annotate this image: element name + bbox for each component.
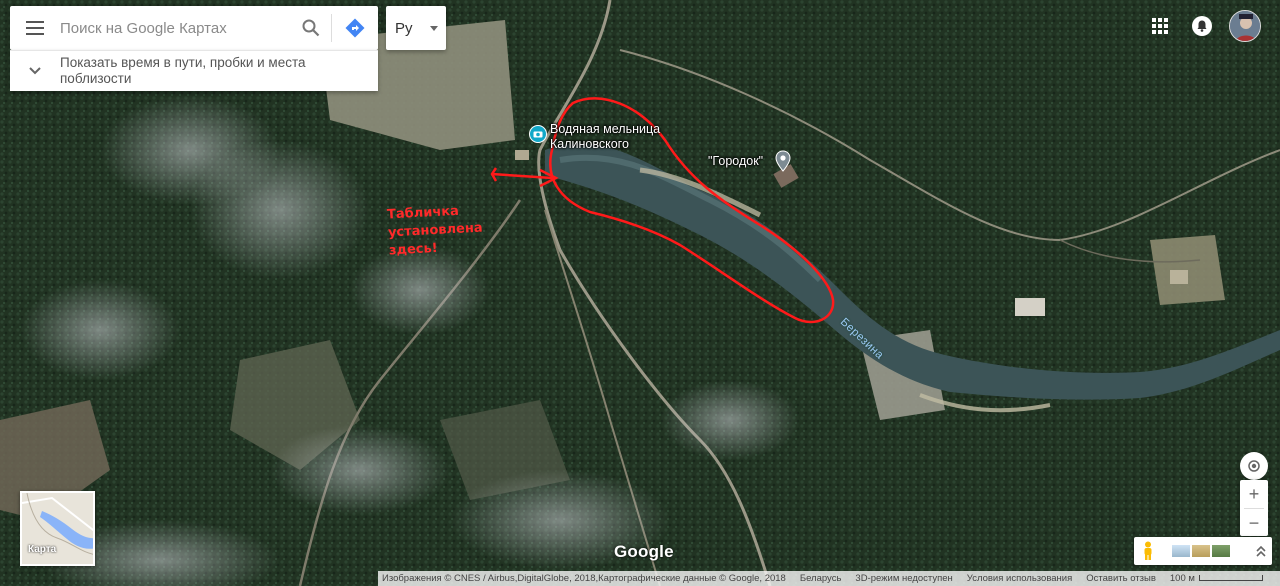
map-type-toggle[interactable]: Карта bbox=[20, 491, 95, 566]
imagery-thumbnail-3[interactable] bbox=[1212, 545, 1230, 557]
map-pin-icon[interactable] bbox=[775, 150, 791, 177]
imagery-thumbnail-1[interactable] bbox=[1172, 545, 1190, 557]
chevron-down-icon bbox=[10, 67, 60, 75]
search-button[interactable] bbox=[291, 6, 331, 50]
search-input[interactable] bbox=[60, 6, 291, 50]
zoom-in-button[interactable]: + bbox=[1240, 480, 1268, 508]
scale-label[interactable]: 100 м bbox=[1170, 573, 1277, 584]
search-icon bbox=[302, 19, 320, 37]
menu-button[interactable] bbox=[10, 6, 60, 50]
location-target-icon bbox=[1248, 460, 1260, 472]
zoom-out-button[interactable]: − bbox=[1240, 509, 1268, 537]
pegman-icon bbox=[1144, 541, 1152, 560]
travel-info-text: Показать время в пути, пробки и места по… bbox=[60, 55, 306, 86]
language-selector[interactable]: Ру bbox=[386, 6, 446, 50]
place-label-mill[interactable]: Водяная мельница Калиновского bbox=[550, 122, 680, 152]
scale-text: 100 м bbox=[1169, 573, 1195, 584]
3d-mode-status: 3D-режим недоступен bbox=[855, 573, 953, 584]
apps-grid-icon bbox=[1152, 18, 1168, 34]
bell-icon bbox=[1192, 16, 1212, 36]
search-box bbox=[10, 6, 378, 50]
chevron-down-icon bbox=[430, 25, 438, 31]
annotation-text: Табличка установлена здесь! bbox=[387, 202, 484, 261]
language-label: Ру bbox=[395, 19, 413, 37]
notifications-button[interactable] bbox=[1190, 14, 1214, 38]
pegman-button[interactable] bbox=[1134, 537, 1162, 565]
terms-link[interactable]: Условия использования bbox=[967, 573, 1072, 584]
google-logo: Google bbox=[614, 542, 674, 561]
chevron-up-icon bbox=[1256, 545, 1266, 557]
imagery-thumbnail-2[interactable] bbox=[1192, 545, 1210, 557]
zoom-controls: + − bbox=[1240, 480, 1268, 536]
apps-grid-button[interactable] bbox=[1148, 14, 1172, 38]
menu-icon bbox=[26, 21, 44, 35]
country-link[interactable]: Беларусь bbox=[800, 573, 842, 584]
satellite-map[interactable]: Водяная мельница Калиновского "Городок" … bbox=[0, 0, 1280, 586]
imagery-credits: Изображения © CNES / Airbus,DigitalGlobe… bbox=[382, 573, 786, 584]
map-footer: Изображения © CNES / Airbus,DigitalGlobe… bbox=[378, 571, 1280, 586]
place-label-gorodok[interactable]: "Городок" bbox=[708, 154, 763, 169]
bottom-controls bbox=[1134, 537, 1272, 565]
mini-map-preview bbox=[22, 493, 93, 564]
directions-icon bbox=[345, 18, 365, 38]
directions-button[interactable] bbox=[332, 6, 378, 50]
camera-poi-icon[interactable] bbox=[529, 125, 547, 150]
feedback-link[interactable]: Оставить отзыв bbox=[1086, 573, 1156, 584]
travel-info-bar[interactable]: Показать время в пути, пробки и места по… bbox=[10, 50, 378, 91]
expand-button[interactable] bbox=[1250, 545, 1272, 557]
avatar[interactable] bbox=[1229, 10, 1261, 42]
my-location-button[interactable] bbox=[1240, 452, 1268, 480]
map-type-label: Карта bbox=[28, 544, 57, 555]
scale-bar bbox=[1198, 575, 1263, 581]
